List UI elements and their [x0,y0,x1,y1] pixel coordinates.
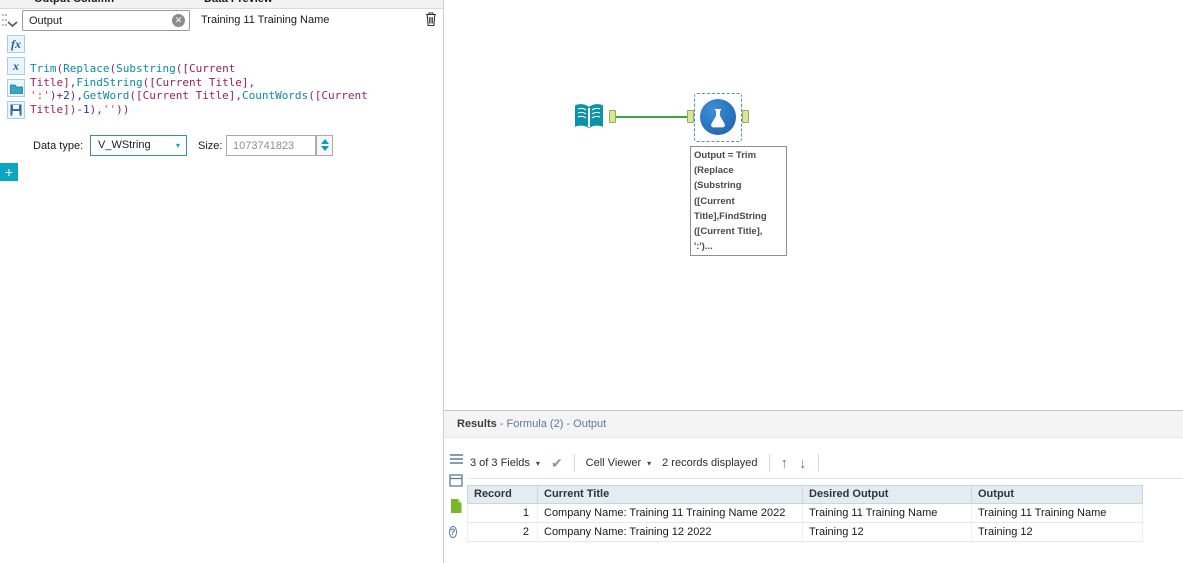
dropdown-caret-icon: ▾ [535,458,540,468]
results-title: Results [457,418,497,430]
records-displayed-label: 2 records displayed [662,457,758,469]
datatype-select[interactable]: V_WString ▾ [90,135,187,156]
functions-icon[interactable]: fx [7,35,25,53]
stepper-up-icon[interactable] [320,139,329,144]
formula-tool[interactable] [700,99,736,135]
flask-icon [711,109,725,128]
dropdown-caret-icon: ▾ [175,141,180,150]
data-preview-header: Data Preview [204,0,272,5]
results-table-body: 1 Company Name: Training 11 Training Name… [467,504,1143,542]
table-cell[interactable]: Training 11 Training Name [972,504,1142,522]
input-tool-output-anchor[interactable] [609,110,616,123]
cell-viewer-dropdown[interactable]: Cell Viewer ▾ [586,457,651,469]
input-data-tool[interactable] [571,99,607,135]
delete-expression-icon[interactable] [424,11,438,32]
layout-pane-icon[interactable] [449,474,463,492]
toolbar-separator [817,454,819,472]
dropdown-caret-icon: ▾ [647,458,652,468]
toolbar-separator [768,454,770,472]
column-header[interactable]: Record [468,486,538,503]
fields-dropdown[interactable]: 3 of 3 Fields ▾ [470,457,540,469]
results-table: Record Current Title Desired Output Output … [467,485,1143,542]
formula-tool-selection[interactable] [694,93,742,142]
add-column-button[interactable]: + [0,163,18,181]
clear-field-icon[interactable]: ✕ [172,14,185,27]
table-cell[interactable]: Training 11 Training Name [803,504,972,522]
annotation-text: Output = Trim (Replace (Substring ([Current… [694,150,767,253]
table-cell[interactable]: Training 12 [803,523,972,541]
column-header[interactable]: Output [972,486,1142,503]
apply-check-icon[interactable]: ✔ [551,455,563,472]
data-preview-value: Training 11 Training Name [201,14,330,26]
config-list-icon[interactable] [449,452,464,470]
save-expression-icon[interactable] [7,101,25,119]
constants-folder-icon[interactable] [7,79,25,97]
record-number-cell[interactable]: 1 [468,504,538,522]
formula-tool-input-anchor[interactable] [687,110,694,123]
column-header[interactable]: Current Title [538,486,803,503]
table-row[interactable]: 2 Company Name: Training 12 2022 Training … [467,523,1143,542]
stepper-down-icon[interactable] [320,146,329,151]
output-column-field[interactable]: ✕ [22,10,190,31]
results-panel: Results - Formula (2) - Output ? 3 of 3 … [444,410,1183,563]
alteryx-designer-window: Output Column Data Preview ✕ Training 11… [0,0,1183,563]
datatype-label: Data type: [33,140,84,152]
table-row[interactable]: 1 Company Name: Training 11 Training Name… [467,504,1143,523]
size-label: Size: [198,140,223,152]
formula-editor[interactable]: Trim(Replace(Substring([Current Title],Fi… [30,35,440,135]
toolbar-underline [468,478,1183,479]
output-column-header: Output Column [34,0,114,5]
results-header: Results - Formula (2) - Output [444,411,1183,438]
up-arrow-icon[interactable]: ↑ [781,456,789,471]
table-cell[interactable]: Company Name: Training 12 2022 [538,523,803,541]
datatype-value: V_WString [98,139,151,151]
column-header[interactable]: Desired Output [803,486,972,503]
output-name-input[interactable] [23,11,171,29]
down-arrow-icon[interactable]: ↓ [799,456,807,471]
workflow-canvas[interactable]: Output = Trim (Replace (Substring ([Current… [444,0,1183,410]
chevron-down-icon[interactable] [6,15,19,33]
formula-text: Trim(Replace(Substring([Current Title],Fi… [30,62,368,116]
config-columns-header: Output Column Data Preview [0,0,443,9]
size-input[interactable] [226,135,316,156]
table-cell[interactable]: Training 12 [972,523,1142,541]
size-stepper[interactable] [316,135,333,156]
help-icon[interactable]: ? [449,522,457,540]
data-output-icon[interactable] [449,498,463,519]
formula-tool-output-anchor[interactable] [742,110,749,123]
record-number-cell[interactable]: 2 [468,523,538,541]
connection-wire[interactable] [616,116,688,118]
tool-annotation[interactable]: Output = Trim (Replace (Substring ([Current… [690,146,787,256]
table-cell[interactable]: Company Name: Training 11 Training Name … [538,504,803,522]
variables-icon[interactable]: x [7,57,25,75]
toolbar-separator [573,454,575,472]
results-toolbar: 3 of 3 Fields ▾ ✔ Cell Viewer ▾ 2 record… [470,448,819,478]
results-subtitle: - Formula (2) - Output [496,418,607,430]
results-header-row: Record Current Title Desired Output Output [467,485,1143,504]
